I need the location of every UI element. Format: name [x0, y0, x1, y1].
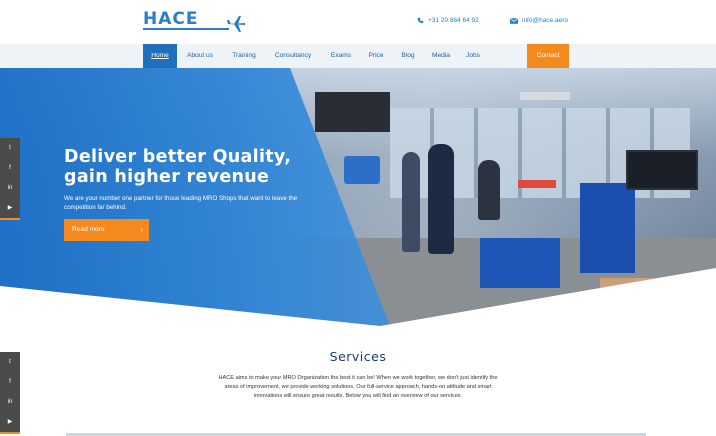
social-accent-line	[0, 218, 20, 220]
chevron-right-icon: ›	[140, 225, 143, 234]
social-sidebar-bottom: t f in ▶	[0, 352, 20, 434]
phone-number: +31 20 864 64 92	[428, 17, 479, 24]
nav-jobs[interactable]: Jobs	[460, 44, 486, 68]
youtube-icon[interactable]: ▶	[0, 198, 20, 218]
social-accent-line	[0, 432, 20, 434]
nav-training[interactable]: Training	[226, 44, 262, 68]
nav-home[interactable]: Home	[143, 44, 177, 68]
services-heading: Services	[329, 349, 387, 364]
top-bar: HACE +31 20 864 64 92 info@hace.aero	[0, 0, 716, 44]
hero-subtitle: We are your number one partner for those…	[64, 195, 298, 211]
main-nav: Home About us Training Consultancy Exams…	[0, 44, 716, 68]
read-more-label: Read more	[72, 226, 105, 233]
email-contact[interactable]: info@hace.aero	[510, 17, 568, 24]
hero-title-line-1: Deliver better Quality,	[64, 147, 292, 167]
hero-bottom-diagonal	[0, 286, 716, 330]
nav-media[interactable]: Media	[427, 44, 455, 68]
hace-logo[interactable]: HACE	[143, 8, 247, 38]
nav-consultancy[interactable]: Consultancy	[269, 44, 317, 68]
envelope-icon	[510, 17, 518, 24]
nav-exams[interactable]: Exams	[326, 44, 356, 68]
facebook-icon[interactable]: f	[0, 372, 20, 392]
phone-icon	[417, 17, 424, 24]
airplane-icon	[227, 16, 245, 32]
linkedin-icon[interactable]: in	[0, 392, 20, 412]
linkedin-icon[interactable]: in	[0, 178, 20, 198]
facebook-icon[interactable]: f	[0, 158, 20, 178]
hero-title-line-2: gain higher revenue	[64, 167, 270, 187]
logo-text: HACE	[143, 9, 199, 29]
nav-about-us[interactable]: About us	[181, 44, 219, 68]
services-description: HACE aims to make your MRO Organization …	[218, 375, 498, 399]
email-address: info@hace.aero	[522, 17, 568, 24]
read-more-button[interactable]: Read more ›	[64, 219, 149, 241]
nav-blog[interactable]: Blog	[396, 44, 420, 68]
logo-underline	[143, 28, 229, 30]
nav-contact-button[interactable]: Contact	[527, 44, 569, 68]
youtube-icon[interactable]: ▶	[0, 412, 20, 432]
hero-title: Deliver better Quality, gain higher reve…	[64, 147, 344, 187]
nav-price[interactable]: Price	[363, 44, 389, 68]
phone-contact[interactable]: +31 20 864 64 92	[417, 17, 479, 24]
twitter-icon[interactable]: t	[0, 138, 20, 158]
social-sidebar-top: t f in ▶	[0, 138, 20, 220]
